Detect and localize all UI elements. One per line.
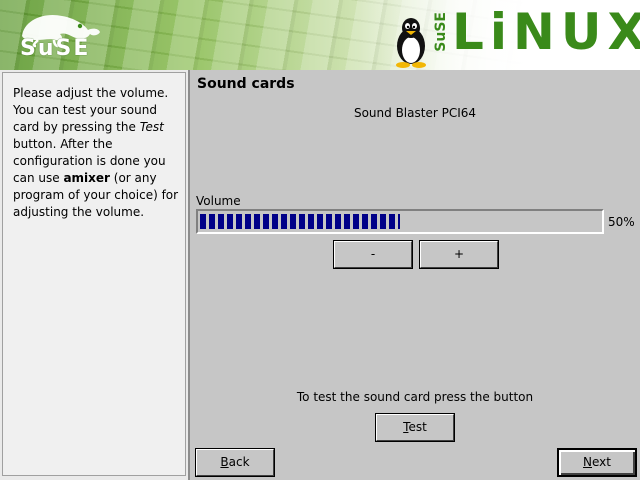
volume-label: Volume [196, 194, 241, 208]
back-button-mnemonic: B [220, 455, 229, 469]
back-button[interactable]: Back [195, 448, 275, 477]
volume-up-button[interactable]: + [419, 240, 499, 269]
back-button-label: ack [228, 455, 250, 469]
help-text-area[interactable]: Please adjust the volume. You can test y… [2, 72, 186, 476]
tux-penguin-icon [396, 18, 426, 68]
volume-progress-fill [200, 214, 400, 229]
brand-suse-text: SuSE [433, 12, 449, 52]
next-button-mnemonic: N [583, 455, 592, 469]
help-text-test: Test [139, 120, 164, 134]
volume-percent: 50% [608, 215, 635, 229]
header-banner: SuSE SuSE LiNUX [0, 0, 640, 70]
page-title: Sound cards [197, 76, 295, 92]
volume-down-button[interactable]: - [333, 240, 413, 269]
suse-wordmark: SuSE [20, 36, 91, 61]
next-button-label: ext [592, 455, 611, 469]
brand-linux-text: LiNUX [452, 3, 640, 61]
next-button[interactable]: Next [557, 448, 637, 477]
sound-card-name: Sound Blaster PCI64 [353, 106, 477, 120]
help-pane: Please adjust the volume. You can test y… [0, 70, 190, 480]
test-button[interactable]: Test [375, 413, 455, 442]
test-hint-text: To test the sound card press the button [296, 390, 534, 404]
test-button-label: est [408, 420, 427, 434]
help-text-amixer: amixer [63, 171, 110, 185]
main-panel: Sound cards Sound Blaster PCI64 Volume 5… [190, 70, 640, 480]
volume-progress-bar [196, 209, 604, 234]
help-text: Please adjust the volume. You can test y… [13, 85, 183, 221]
